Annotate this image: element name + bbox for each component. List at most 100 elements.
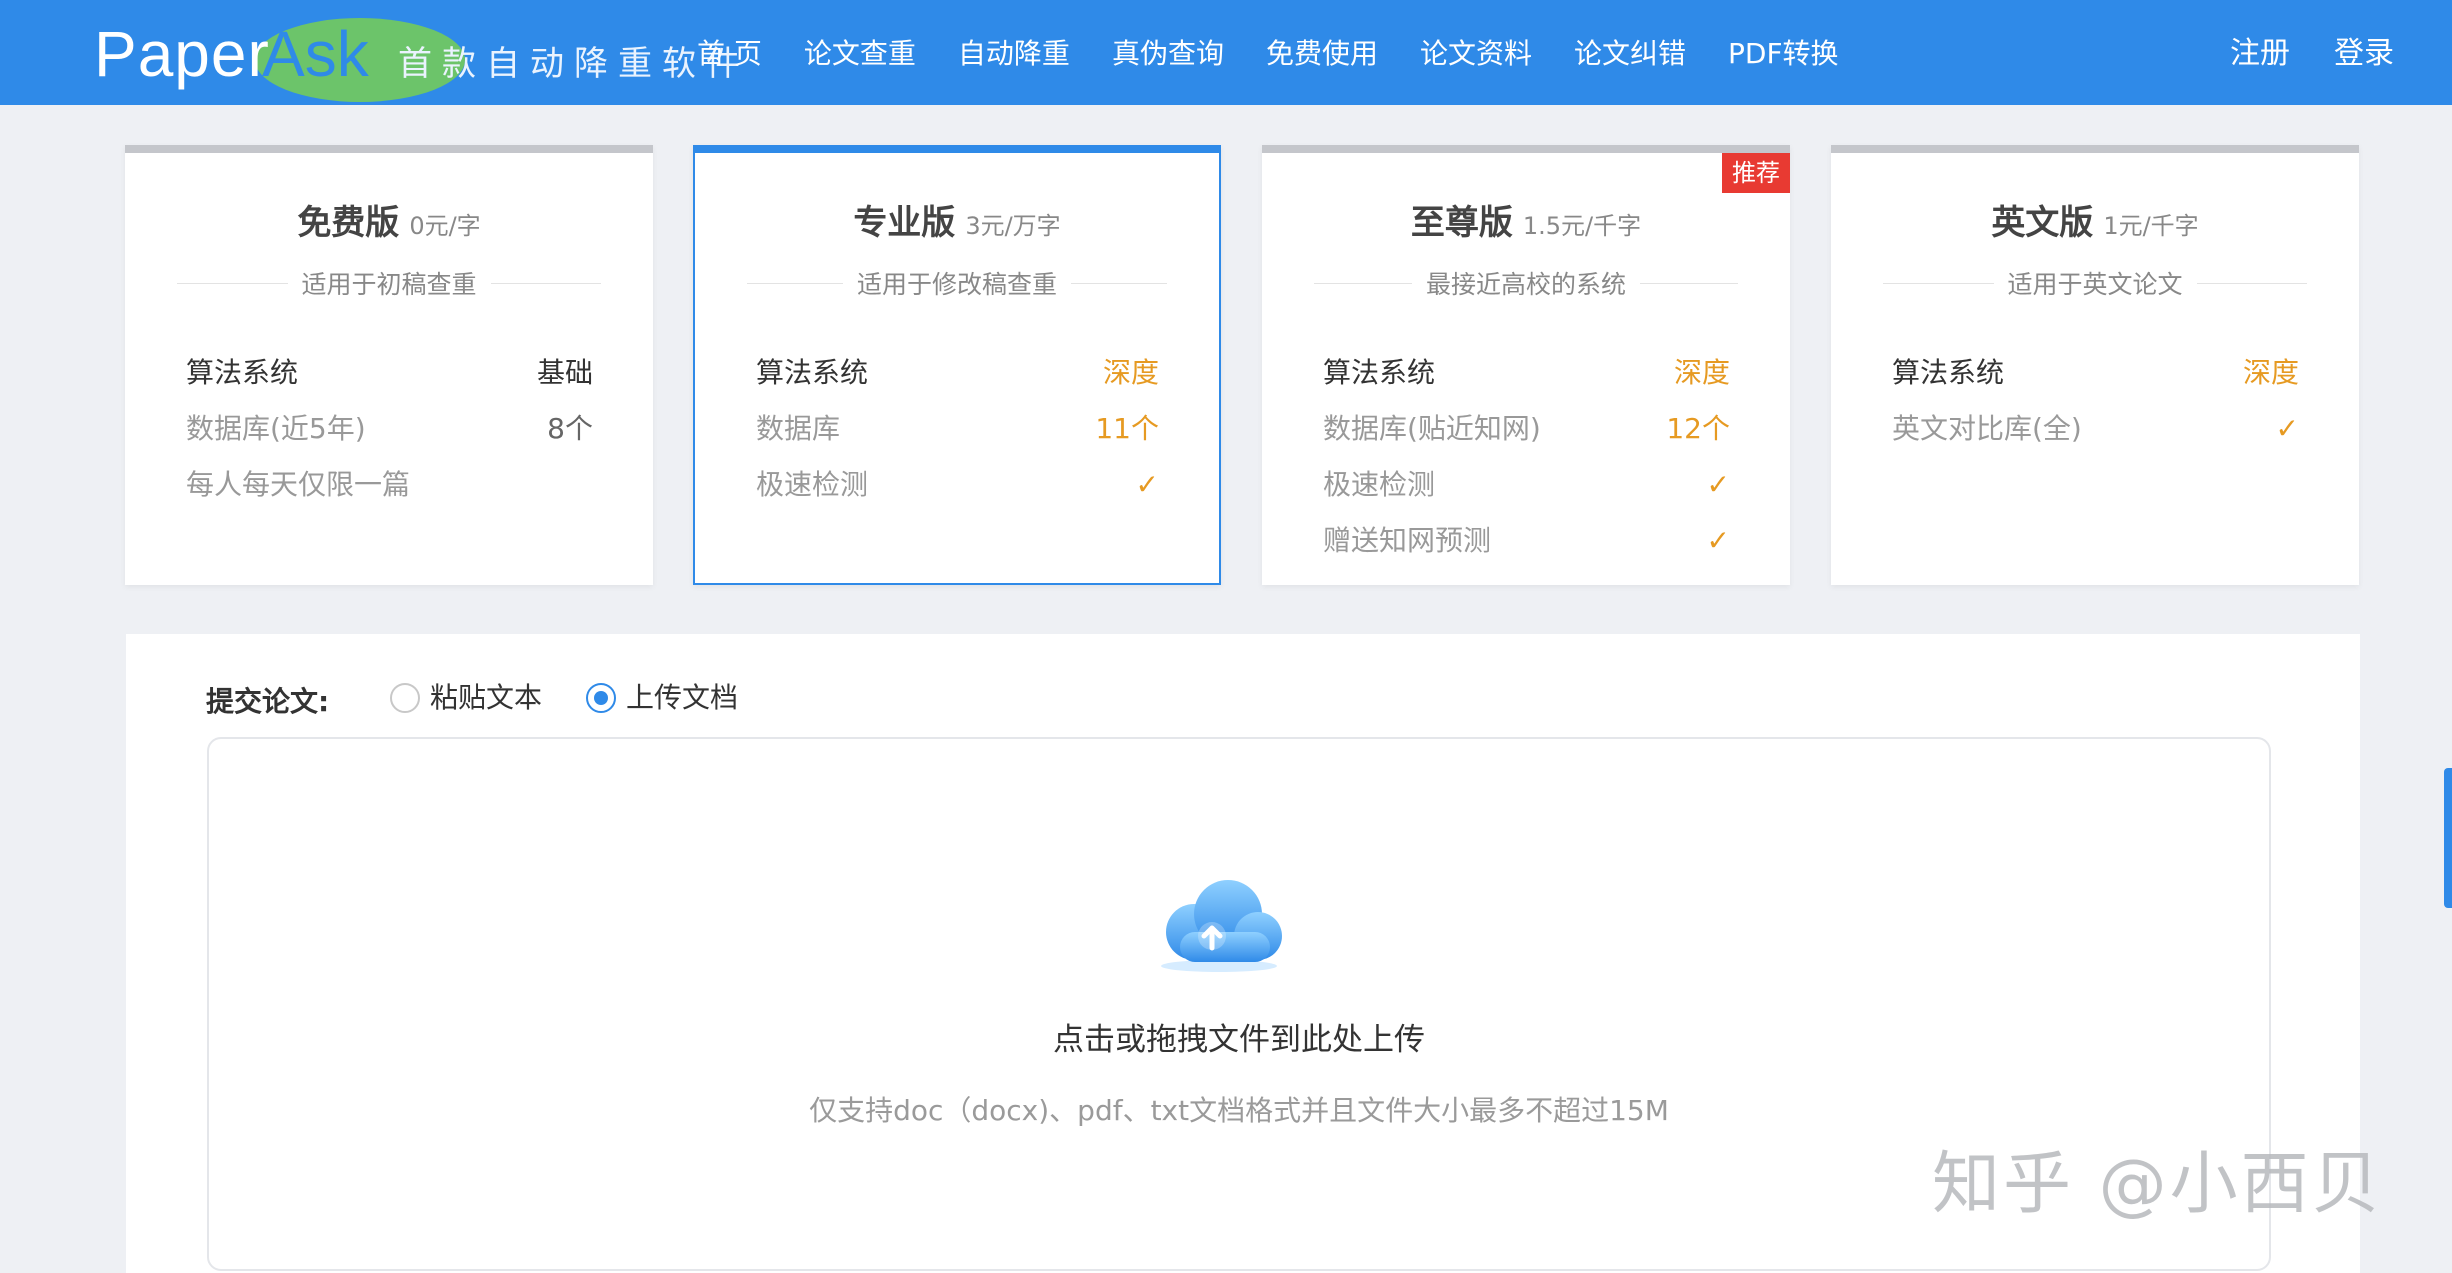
side-scroll-handle[interactable] — [2444, 768, 2452, 908]
nav-free-use[interactable]: 免费使用 — [1266, 30, 1378, 78]
plan-header: 至尊版 1.5元/千字 — [1262, 195, 1790, 244]
feature-row: 极速检测 ✓ — [756, 457, 1159, 513]
plan-cards: 免费版 0元/字 适用于初稿查重 算法系统 基础 数据库(近5年) 8个 每人每天仅限… — [125, 145, 2359, 585]
divider — [1071, 282, 1168, 284]
radio-circle[interactable] — [390, 683, 420, 713]
feature-row: 算法系统 深度 — [1323, 345, 1730, 401]
plan-price: 3元/万字 — [965, 212, 1061, 240]
feature-label: 算法系统 — [1323, 356, 1436, 389]
divider — [177, 282, 288, 284]
feature-label: 每人每天仅限一篇 — [186, 468, 411, 501]
plan-price: 0元/字 — [409, 212, 481, 240]
feature-row: 算法系统 深度 — [1892, 345, 2299, 401]
logo-text-ask: Ask — [262, 18, 369, 90]
recommended-badge: 推荐 — [1722, 153, 1790, 193]
feature-row: 数据库 11个 — [756, 401, 1159, 457]
upload-title: 点击或拖拽文件到此处上传 — [1053, 1022, 1425, 1058]
feature-row: 数据库(贴近知网) 12个 — [1323, 401, 1730, 457]
plan-card-supreme[interactable]: 推荐 至尊版 1.5元/千字 最接近高校的系统 算法系统 深度 数据库(贴近知网) 1… — [1262, 145, 1790, 585]
plan-header: 英文版 1元/千字 — [1831, 195, 2359, 244]
plan-price: 1元/千字 — [2103, 212, 2199, 240]
radio-label: 上传文档 — [626, 681, 739, 714]
plan-description: 适用于初稿查重 — [177, 265, 602, 301]
plan-name: 免费版 — [297, 203, 400, 243]
plan-desc-text: 适用于初稿查重 — [301, 270, 477, 299]
divider — [747, 282, 843, 284]
feature-label: 极速检测 — [756, 468, 869, 501]
feature-label: 数据库 — [756, 412, 841, 445]
feature-label: 算法系统 — [756, 356, 869, 389]
nav-pdf-convert[interactable]: PDF转换 — [1728, 30, 1839, 78]
plan-name: 英文版 — [1991, 203, 2094, 243]
plan-features: 算法系统 深度 数据库 11个 极速检测 ✓ — [756, 345, 1159, 513]
upload-hint: 仅支持doc（docx)、pdf、txt文档格式并且文件大小最多不超过15M — [809, 1094, 1669, 1127]
plan-features: 算法系统 深度 英文对比库(全) ✓ — [1892, 345, 2299, 457]
divider — [1640, 282, 1739, 284]
plan-name: 专业版 — [853, 203, 956, 243]
plan-card-free[interactable]: 免费版 0元/字 适用于初稿查重 算法系统 基础 数据库(近5年) 8个 每人每天仅限… — [125, 145, 653, 585]
feature-row: 赠送知网预测 ✓ — [1323, 513, 1730, 569]
plan-desc-text: 最接近高校的系统 — [1426, 270, 1627, 299]
check-icon: ✓ — [1135, 468, 1159, 501]
nav-paper-resources[interactable]: 论文资料 — [1420, 30, 1532, 78]
plan-desc-text: 适用于英文论文 — [2007, 270, 2183, 299]
plan-desc-text: 适用于修改稿查重 — [857, 270, 1058, 299]
login-link[interactable]: 登录 — [2334, 30, 2394, 78]
feature-row: 每人每天仅限一篇 — [186, 457, 593, 513]
divider — [1883, 282, 1994, 284]
nav-auto-rewrite[interactable]: 自动降重 — [958, 30, 1070, 78]
nav-plagiarism-check[interactable]: 论文查重 — [804, 30, 916, 78]
check-icon: ✓ — [2275, 412, 2299, 445]
plan-header: 免费版 0元/字 — [125, 195, 653, 244]
feature-value: 深度 — [1673, 356, 1730, 389]
divider — [2196, 282, 2308, 284]
plan-card-professional[interactable]: 专业版 3元/万字 适用于修改稿查重 算法系统 深度 数据库 11个 极速检测 ✓ — [693, 145, 1221, 585]
radio-upload-document[interactable]: 上传文档 — [586, 680, 738, 716]
feature-row: 极速检测 ✓ — [1323, 457, 1730, 513]
radio-paste-text[interactable]: 粘贴文本 — [390, 680, 542, 716]
top-header: Paper Ask 首款自动降重软件 首 页 论文查重 自动降重 真伪查询 免费… — [0, 0, 2452, 105]
paperask-logo[interactable]: Paper Ask — [94, 18, 465, 102]
radio-label: 粘贴文本 — [430, 681, 543, 714]
feature-label: 英文对比库(全) — [1892, 412, 2082, 445]
feature-value: 8个 — [547, 412, 593, 445]
check-icon: ✓ — [1706, 468, 1730, 501]
feature-label: 赠送知网预测 — [1323, 524, 1492, 557]
check-icon: ✓ — [1706, 524, 1730, 557]
feature-row: 算法系统 基础 — [186, 345, 593, 401]
feature-row: 数据库(近5年) 8个 — [186, 401, 593, 457]
nav-paper-correction[interactable]: 论文纠错 — [1574, 30, 1686, 78]
main-nav: 首 页 论文查重 自动降重 真伪查询 免费使用 论文资料 论文纠错 PDF转换 — [697, 30, 1881, 78]
feature-value: 基础 — [536, 356, 593, 389]
divider — [490, 282, 602, 284]
plan-description: 适用于英文论文 — [1883, 265, 2308, 301]
feature-label: 数据库(贴近知网) — [1323, 412, 1541, 445]
divider — [1314, 282, 1412, 284]
feature-row: 算法系统 深度 — [756, 345, 1159, 401]
cloud-upload-icon — [1161, 880, 1282, 972]
feature-value: 深度 — [1102, 356, 1159, 389]
radio-circle[interactable] — [586, 683, 616, 713]
plan-price: 1.5元/千字 — [1522, 212, 1642, 240]
feature-value: 11个 — [1095, 412, 1159, 445]
feature-label: 算法系统 — [1892, 356, 2005, 389]
plan-name: 至尊版 — [1410, 203, 1513, 243]
nav-home[interactable]: 首 页 — [697, 30, 762, 78]
register-link[interactable]: 注册 — [2230, 30, 2290, 78]
auth-links: 注册 登录 — [2186, 30, 2394, 78]
feature-value: 深度 — [2242, 356, 2299, 389]
plan-features: 算法系统 基础 数据库(近5年) 8个 每人每天仅限一篇 — [186, 345, 593, 513]
feature-label: 算法系统 — [186, 356, 299, 389]
submit-label: 提交论文: — [206, 685, 330, 718]
feature-label: 数据库(近5年) — [186, 412, 366, 445]
plan-header: 专业版 3元/万字 — [695, 195, 1219, 244]
feature-row: 英文对比库(全) ✓ — [1892, 401, 2299, 457]
feature-label: 极速检测 — [1323, 468, 1436, 501]
logo-text-paper: Paper — [94, 18, 270, 90]
nav-verify-report[interactable]: 真伪查询 — [1112, 30, 1224, 78]
plan-description: 适用于修改稿查重 — [747, 265, 1168, 301]
plan-features: 算法系统 深度 数据库(贴近知网) 12个 极速检测 ✓ 赠送知网预测 ✓ — [1323, 345, 1730, 569]
plan-description: 最接近高校的系统 — [1314, 265, 1739, 301]
feature-value: 12个 — [1666, 412, 1730, 445]
plan-card-english[interactable]: 英文版 1元/千字 适用于英文论文 算法系统 深度 英文对比库(全) ✓ — [1831, 145, 2359, 585]
